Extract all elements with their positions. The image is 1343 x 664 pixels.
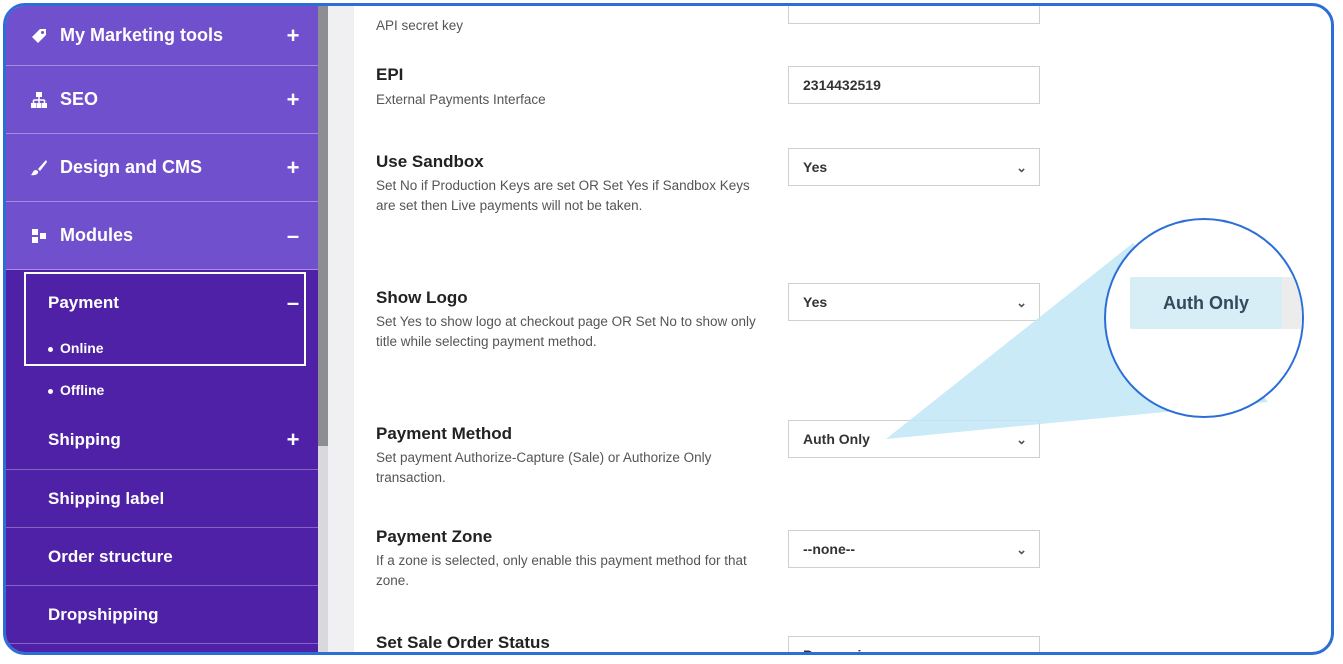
show-logo-value: Yes (803, 294, 828, 310)
epi-input[interactable]: 2314432519 (788, 66, 1040, 104)
sidebar-item-design-cms[interactable]: Design and CMS + (6, 134, 318, 202)
sidebar-item-label: Shipping label (48, 488, 165, 508)
bullet-icon (48, 388, 53, 394)
show-logo-desc: Set Yes to show logo at checkout page OR… (376, 314, 756, 349)
zoomed-payment-method: Auth Only (1130, 277, 1282, 329)
sidebar-item-order-structure[interactable]: Order structure (6, 528, 318, 586)
use-sandbox-title: Use Sandbox (376, 152, 484, 171)
sidebar-item-shipping-label[interactable]: Shipping label (6, 470, 318, 528)
payment-zone-select[interactable]: --none-- ⌄ (788, 530, 1040, 568)
payment-zone-desc: If a zone is selected, only enable this … (376, 553, 747, 588)
api-secret-input[interactable] (788, 6, 1040, 24)
sitemap-icon (30, 91, 48, 109)
sidebar-item-modules[interactable]: Modules – (6, 202, 318, 270)
payment-zone-value: --none-- (803, 541, 856, 557)
chevron-down-icon: ⌄ (1016, 295, 1027, 310)
sidebar-item-label: Shipping (48, 429, 121, 449)
tag-icon (30, 27, 48, 45)
sidebar-item-label: SEO (60, 89, 99, 109)
use-sandbox-value: Yes (803, 159, 828, 175)
highlight-box (24, 272, 306, 366)
use-sandbox-select[interactable]: Yes ⌄ (788, 148, 1040, 186)
chevron-down-icon: ⌄ (1016, 542, 1027, 557)
content-gutter (328, 6, 354, 652)
use-sandbox-desc: Set No if Production Keys are set OR Set… (376, 178, 750, 213)
sidebar-item-label: Dropshipping (48, 604, 159, 624)
payment-method-desc: Set payment Authorize-Capture (Sale) or … (376, 450, 712, 485)
expand-icon[interactable]: + (278, 155, 308, 181)
epi-title: EPI (376, 65, 404, 84)
sidebar-item-marketing-tools[interactable]: My Marketing tools + (6, 6, 318, 66)
zoom-magnifier: Auth Only (1104, 218, 1304, 418)
api-secret-label: API secret key (376, 18, 464, 33)
payment-method-value: Auth Only (803, 431, 870, 447)
collapse-icon[interactable]: – (278, 223, 308, 249)
sale-order-status-value: Processing (803, 647, 879, 655)
epi-value: 2314432519 (803, 77, 881, 93)
sidebar-item-label: Design and CMS (60, 157, 203, 177)
chevron-down-icon: ⌄ (1016, 432, 1027, 447)
subitem-label: Offline (60, 382, 105, 398)
chevron-down-icon: ⌄ (1016, 160, 1027, 175)
payment-method-select[interactable]: Auth Only ⌄ (788, 420, 1040, 458)
sidebar-scrollbar[interactable] (318, 6, 328, 652)
sidebar-item-label: Modules (60, 225, 134, 245)
sidebar-item-label: Order structure (48, 546, 173, 566)
sale-order-status-title: Set Sale Order Status (376, 633, 550, 652)
sidebar: My Marketing tools + SEO + Design and CM… (6, 6, 318, 652)
chevron-down-icon: ⌄ (1016, 648, 1027, 652)
brush-icon (30, 159, 48, 177)
sidebar-item-shipping[interactable]: Shipping + (6, 410, 318, 470)
expand-icon[interactable]: + (278, 87, 308, 113)
sidebar-item-seo[interactable]: SEO + (6, 66, 318, 134)
show-logo-select[interactable]: Yes ⌄ (788, 283, 1040, 321)
show-logo-title: Show Logo (376, 288, 468, 307)
app-frame: My Marketing tools + SEO + Design and CM… (3, 3, 1334, 655)
scrollbar-thumb[interactable] (318, 6, 328, 446)
sale-order-status-select[interactable]: Processing ⌄ (788, 636, 1040, 655)
sidebar-item-label: My Marketing tools (60, 25, 224, 45)
modules-icon (30, 227, 48, 245)
expand-icon[interactable]: + (278, 23, 308, 49)
sidebar-subitem-offline[interactable]: Offline (6, 372, 318, 408)
payment-zone-title: Payment Zone (376, 527, 493, 546)
sidebar-item-dropshipping[interactable]: Dropshipping (6, 586, 318, 644)
expand-icon[interactable]: + (278, 427, 308, 453)
epi-desc: External Payments Interface (376, 92, 546, 107)
payment-method-title: Payment Method (376, 424, 513, 443)
